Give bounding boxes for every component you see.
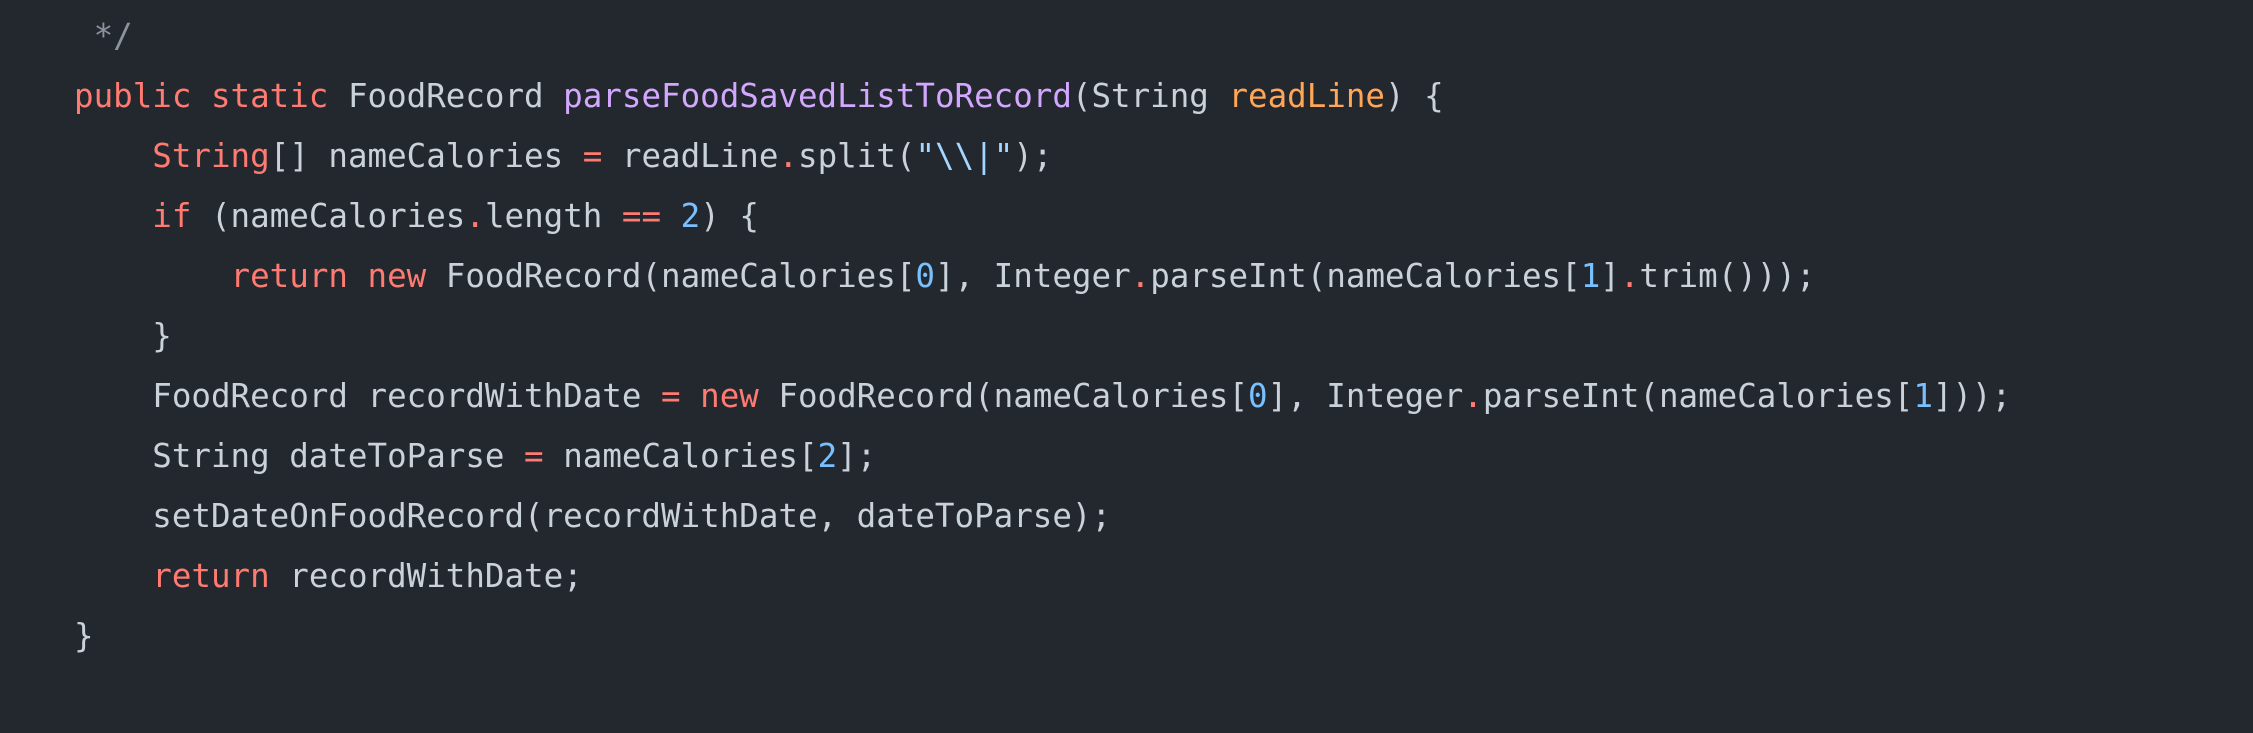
code-token-number: 1 [1913, 377, 1933, 415]
code-token-plain: ]; [837, 437, 877, 475]
code-token-plain: FoodRecord(nameCalories[ [758, 377, 1249, 415]
code-token-plain: (String [1071, 77, 1229, 115]
code-token-plain: setDateOnFoodRecord(recordWithDate, date… [74, 497, 1112, 535]
code-token-keyword: . [1463, 377, 1483, 415]
code-line: FoodRecord recordWithDate = new FoodReco… [74, 366, 2253, 426]
code-token-keyword: = [661, 377, 681, 415]
code-line: setDateOnFoodRecord(recordWithDate, date… [74, 486, 2253, 546]
code-token-plain: String dateToParse [74, 437, 525, 475]
code-token-plain: ) { [1385, 77, 1444, 115]
code-token-plain: parseInt(nameCalories[ [1482, 377, 1914, 415]
code-token-plain: ], Integer [934, 257, 1131, 295]
code-line: */ [74, 6, 2253, 66]
code-token-keyword: return [152, 557, 270, 595]
code-token-plain: ])); [1932, 377, 2012, 415]
code-token-plain: readLine [602, 137, 779, 175]
code-token-number: 0 [915, 257, 935, 295]
code-token-plain: recordWithDate; [269, 557, 583, 595]
code-token-plain: length [484, 197, 622, 235]
code-token-keyword: return new [230, 257, 446, 295]
code-token-plain: ); [1013, 137, 1053, 175]
code-token-plain: (nameCalories [191, 197, 466, 235]
code-token-plain: } [74, 317, 172, 355]
code-line: public static FoodRecord parseFoodSavedL… [74, 66, 2253, 126]
code-token-parameter: readLine [1228, 77, 1385, 115]
code-token-plain: } [74, 617, 94, 655]
code-token-plain: [] nameCalories [269, 137, 583, 175]
code-token-number: 0 [1248, 377, 1268, 415]
code-token-plain: nameCalories[ [543, 437, 818, 475]
code-token-plain: FoodRecord [347, 77, 564, 115]
code-token-plain: FoodRecord recordWithDate [74, 377, 661, 415]
code-line: return recordWithDate; [74, 546, 2253, 606]
code-token-keyword: . [465, 197, 485, 235]
code-token-comment: */ [74, 17, 133, 55]
code-token-plain: ], Integer [1267, 377, 1464, 415]
code-token-keyword: = [582, 137, 603, 175]
code-token-function: parseFoodSavedListToRecord [563, 77, 1072, 115]
code-token-number: 2 [817, 437, 838, 475]
code-token-keyword: . [1619, 257, 1640, 295]
code-line: } [74, 306, 2253, 366]
code-token-string: "\\|" [915, 137, 1014, 175]
code-line: if (nameCalories.length == 2) { [74, 186, 2253, 246]
code-line: String dateToParse = nameCalories[2]; [74, 426, 2253, 486]
code-token-keyword: if [152, 197, 192, 235]
code-line: return new FoodRecord(nameCalories[0], I… [74, 246, 2253, 306]
code-token-keyword: . [778, 137, 799, 175]
code-token-keyword: . [1130, 257, 1151, 295]
code-token-plain: ) { [700, 197, 759, 235]
code-token-number: 1 [1580, 257, 1601, 295]
code-token-keyword: String [152, 137, 270, 175]
code-token-plain: ] [1600, 257, 1620, 295]
code-token-number: 2 [680, 197, 701, 235]
code-token-plain: split( [798, 137, 916, 175]
code-token-keyword: == [621, 197, 662, 235]
code-token-plain: FoodRecord(nameCalories[ [445, 257, 916, 295]
code-token-keyword: new [700, 377, 759, 415]
code-token-keyword: = [524, 437, 544, 475]
code-line: String[] nameCalories = readLine.split("… [74, 126, 2253, 186]
code-block: */ public static FoodRecord parseFoodSave… [0, 0, 2253, 733]
code-line: } [74, 606, 2253, 666]
code-token-keyword: public static [74, 77, 348, 115]
code-token-plain: trim())); [1639, 257, 1816, 295]
code-token-plain: parseInt(nameCalories[ [1150, 257, 1581, 295]
